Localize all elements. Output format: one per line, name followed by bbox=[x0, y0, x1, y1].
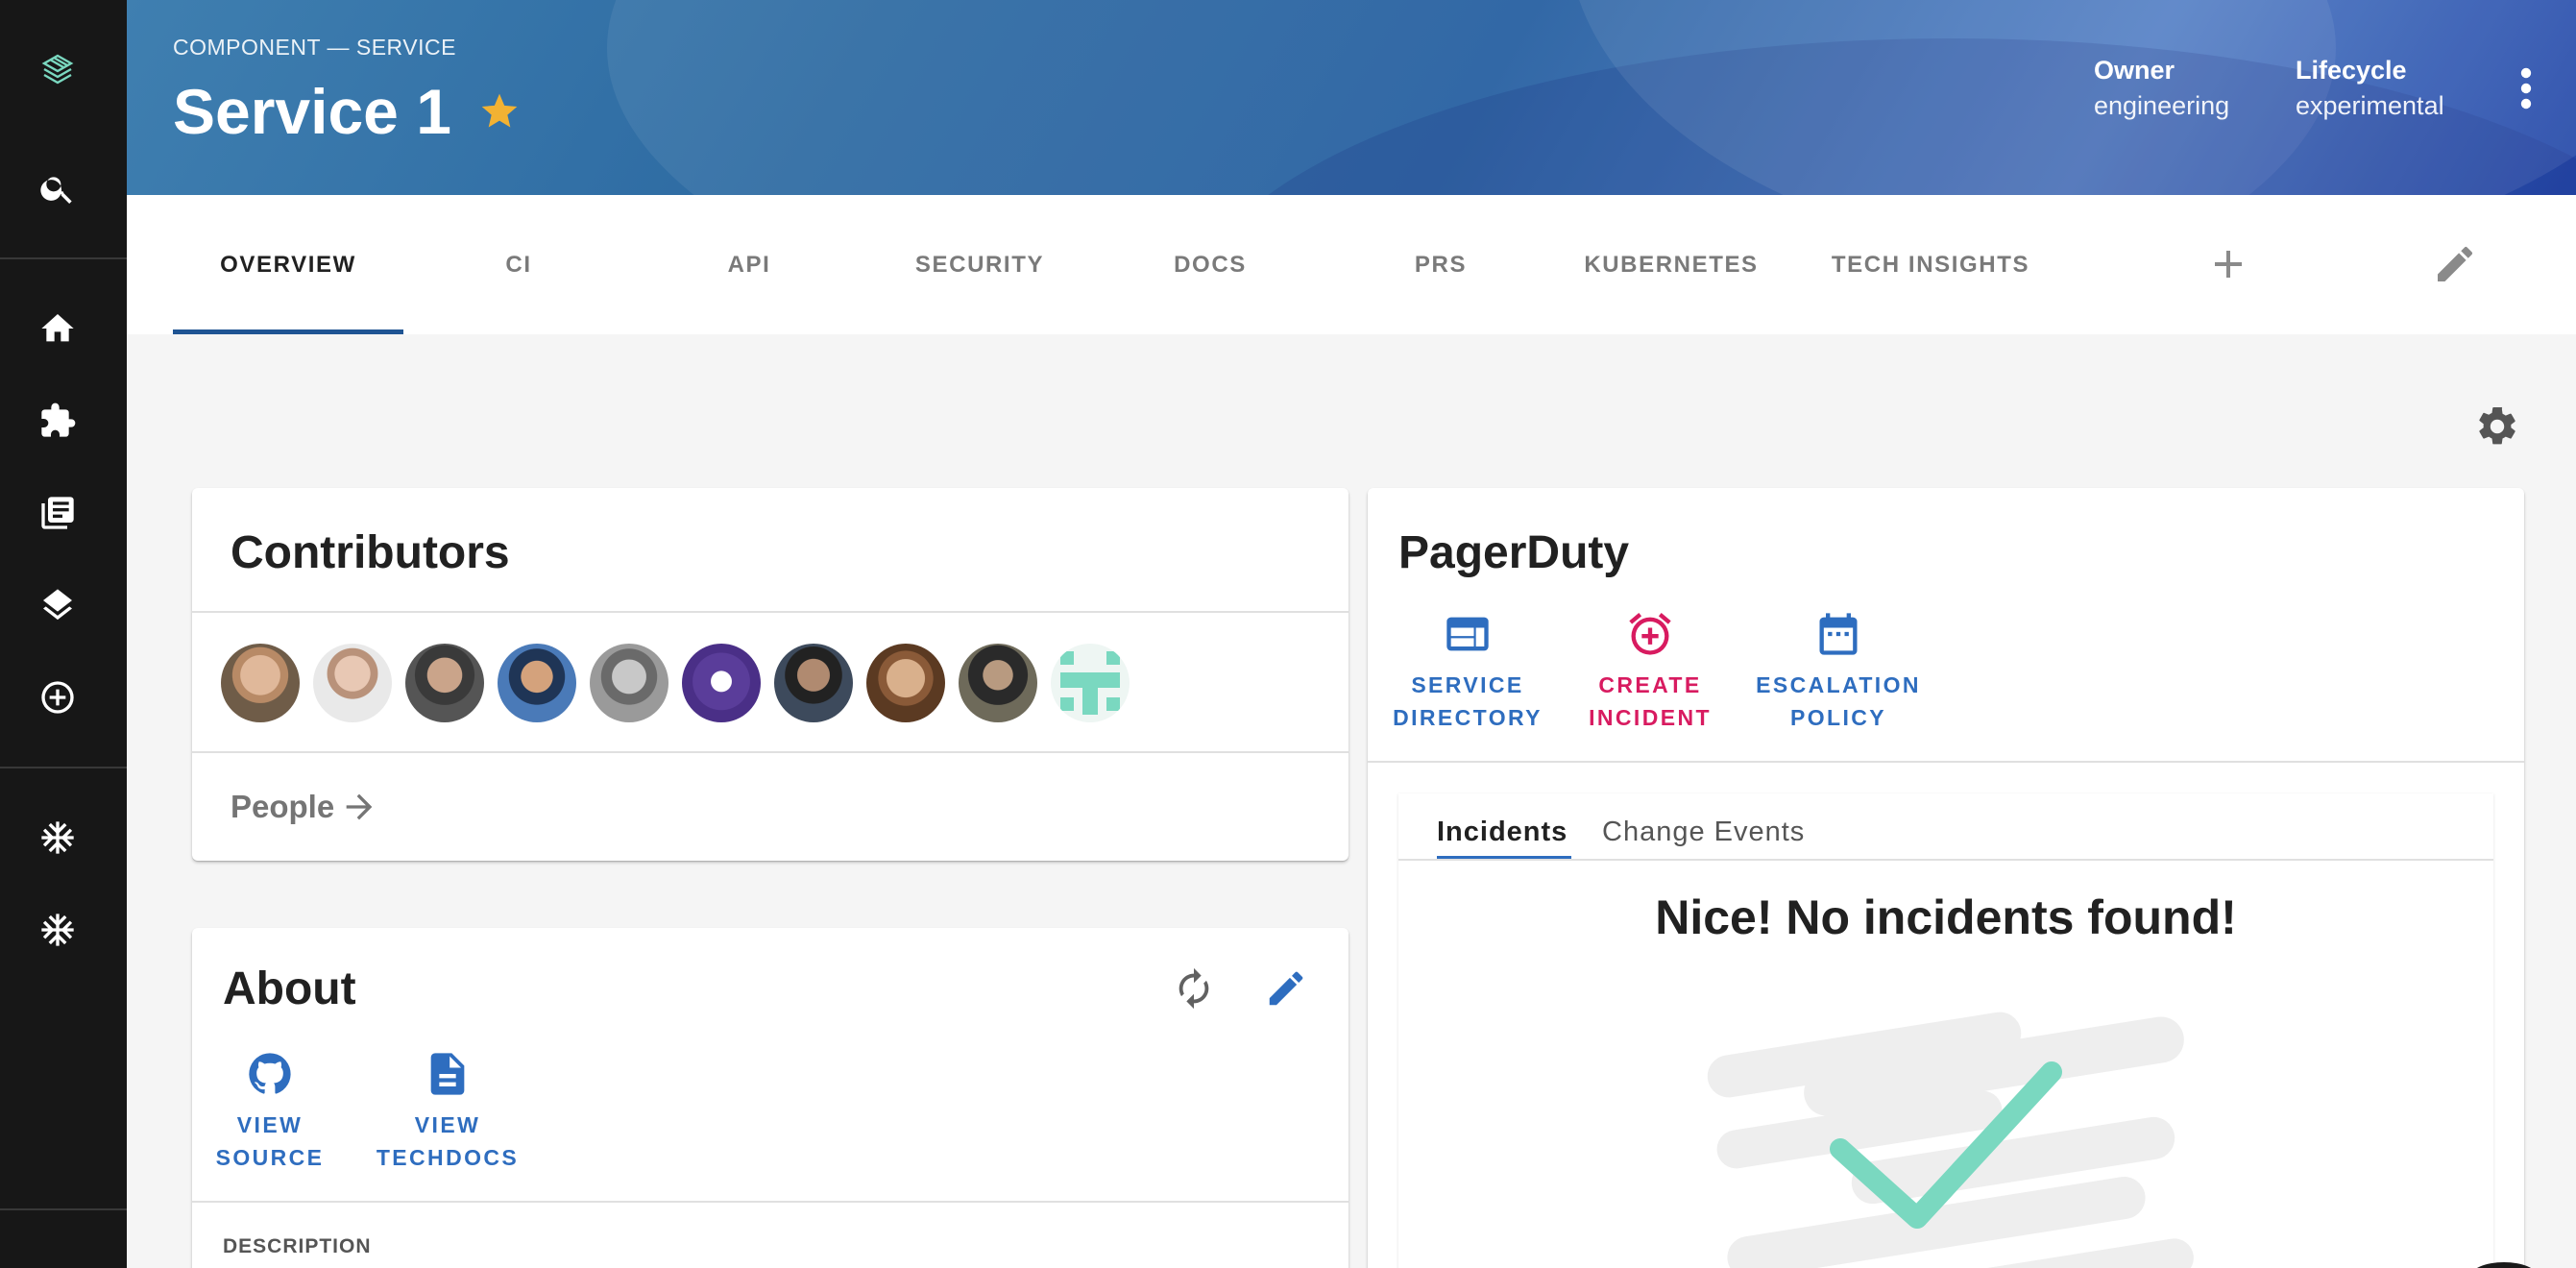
description-icon bbox=[430, 1053, 465, 1095]
entity-tabs: OVERVIEW CI API SECURITY DOCS PRS KUBERN… bbox=[127, 195, 2576, 334]
create-incident-label: CREATE INCIDENT bbox=[1589, 672, 1712, 730]
incidents-panel: Incidents Change Events Nice! No inciden… bbox=[1398, 793, 2493, 1268]
people-link[interactable]: People bbox=[231, 788, 378, 826]
puzzle-icon[interactable] bbox=[35, 398, 81, 444]
tab-security[interactable]: SECURITY bbox=[864, 195, 1095, 334]
tab-ci[interactable]: CI bbox=[403, 195, 634, 334]
divider bbox=[1398, 859, 2493, 861]
avatar[interactable] bbox=[959, 644, 1037, 722]
avatar[interactable] bbox=[498, 644, 576, 722]
create-incident-button[interactable]: CREATE INCIDENT bbox=[1583, 609, 1717, 734]
add-circle-icon[interactable] bbox=[35, 674, 81, 720]
breadcrumb: COMPONENT — SERVICE bbox=[173, 35, 456, 60]
about-title: About bbox=[223, 963, 356, 1014]
pagerduty-card: PagerDuty SERVICE DIRECTORY CREATE INCIDEN… bbox=[1368, 488, 2524, 1268]
contributors-title: Contributors bbox=[231, 527, 510, 578]
empty-state-message: Nice! No incidents found! bbox=[1655, 890, 2237, 944]
escalation-policy-label: ESCALATION POLICY bbox=[1756, 672, 1921, 730]
star-icon[interactable] bbox=[478, 90, 521, 133]
service-directory-label: SERVICE DIRECTORY bbox=[1393, 672, 1543, 730]
tab-change-events[interactable]: Change Events bbox=[1602, 817, 1805, 848]
view-techdocs-button[interactable]: VIEW TECHDOCS bbox=[371, 1049, 524, 1174]
contributors-card: Contributors People bbox=[192, 488, 1349, 861]
more-vert-icon[interactable] bbox=[2518, 67, 2534, 110]
owner-value[interactable]: engineering bbox=[2094, 91, 2229, 121]
add-tab-icon[interactable] bbox=[2205, 241, 2251, 287]
avatar[interactable] bbox=[313, 644, 392, 722]
avatar[interactable] bbox=[1051, 644, 1130, 722]
lifecycle-value: experimental bbox=[2296, 91, 2444, 120]
divider bbox=[192, 1201, 1349, 1203]
description-label: DESCRIPTION bbox=[223, 1235, 372, 1257]
layers-icon[interactable] bbox=[35, 582, 81, 628]
owner-field: Owner engineering bbox=[2094, 56, 2229, 121]
people-link-label: People bbox=[231, 789, 335, 824]
tab-api[interactable]: API bbox=[634, 195, 864, 334]
tab-tech-insights[interactable]: TECH INSIGHTS bbox=[1786, 195, 2075, 334]
refresh-icon[interactable] bbox=[1172, 966, 1216, 1011]
tab-incidents[interactable]: Incidents bbox=[1437, 817, 1567, 848]
tab-kubernetes[interactable]: KUBERNETES bbox=[1556, 195, 1786, 334]
sidebar-divider bbox=[0, 257, 127, 259]
tab-overview[interactable]: OVERVIEW bbox=[173, 195, 403, 334]
page-title: Service 1 bbox=[173, 76, 451, 147]
success-check-illustration bbox=[1707, 1012, 2194, 1268]
escalation-policy-button[interactable]: ESCALATION POLICY bbox=[1752, 609, 1925, 734]
divider bbox=[192, 611, 1349, 613]
search-icon[interactable] bbox=[35, 165, 81, 211]
avatar[interactable] bbox=[682, 644, 761, 722]
view-source-button[interactable]: VIEW SOURCE bbox=[215, 1049, 325, 1174]
arrow-forward-icon bbox=[346, 793, 373, 820]
view-techdocs-label: VIEW TECHDOCS bbox=[376, 1112, 520, 1170]
divider bbox=[192, 751, 1349, 753]
edit-icon[interactable] bbox=[1264, 966, 1308, 1011]
contributor-avatars bbox=[221, 644, 1143, 722]
snowflake-icon[interactable] bbox=[35, 907, 81, 953]
sidebar-divider bbox=[0, 767, 127, 768]
divider bbox=[1368, 761, 2524, 763]
view-source-label: VIEW SOURCE bbox=[215, 1112, 325, 1170]
sidebar-divider bbox=[0, 1208, 127, 1210]
service-directory-button[interactable]: SERVICE DIRECTORY bbox=[1391, 609, 1544, 734]
avatar[interactable] bbox=[866, 644, 945, 722]
snowflake-icon[interactable] bbox=[35, 815, 81, 861]
owner-label: Owner bbox=[2094, 56, 2175, 85]
alarm-add-icon bbox=[1629, 613, 1671, 655]
lifecycle-label: Lifecycle bbox=[2296, 56, 2407, 85]
web-icon bbox=[1446, 617, 1489, 651]
about-card: About VIEW SOURCE VIEW TECHDOCS DESCRIPTIO… bbox=[192, 928, 1349, 1268]
tab-indicator bbox=[173, 329, 403, 334]
github-icon bbox=[249, 1053, 291, 1094]
avatar[interactable] bbox=[590, 644, 668, 722]
logo-icon[interactable] bbox=[35, 48, 81, 94]
avatar[interactable] bbox=[774, 644, 853, 722]
sidebar bbox=[0, 0, 127, 1268]
calendar-icon bbox=[1819, 613, 1858, 655]
settings-gear-icon[interactable] bbox=[2474, 403, 2520, 450]
lifecycle-field: Lifecycle experimental bbox=[2296, 56, 2444, 121]
avatar[interactable] bbox=[405, 644, 484, 722]
pagerduty-title: PagerDuty bbox=[1398, 527, 1630, 578]
tab-docs[interactable]: DOCS bbox=[1095, 195, 1325, 334]
edit-icon[interactable] bbox=[2432, 241, 2478, 287]
home-icon[interactable] bbox=[35, 305, 81, 352]
library-icon[interactable] bbox=[35, 490, 81, 536]
tab-prs[interactable]: PRS bbox=[1325, 195, 1556, 334]
page-header: COMPONENT — SERVICE Service 1 Owner engi… bbox=[127, 0, 2576, 195]
avatar[interactable] bbox=[221, 644, 300, 722]
